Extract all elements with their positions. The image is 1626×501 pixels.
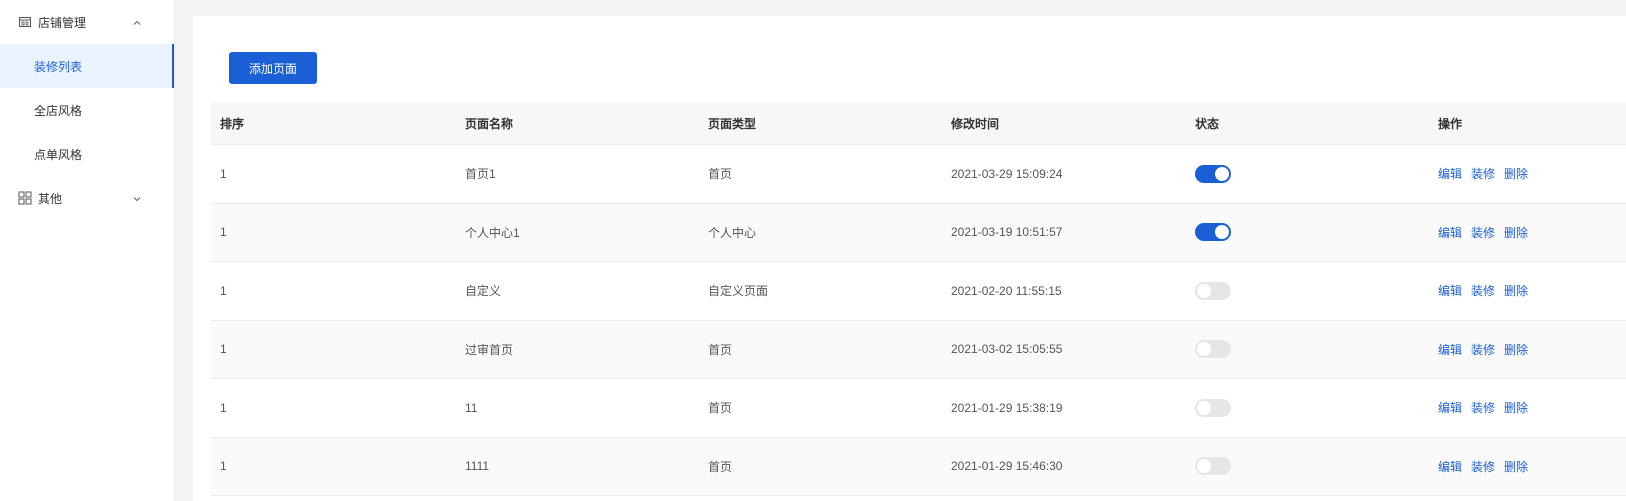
decorate-link[interactable]: 装修 [1471, 401, 1495, 415]
sidebar-group-label: 店铺管理 [38, 15, 87, 30]
cell-status [1186, 398, 1429, 417]
decorate-link[interactable]: 装修 [1471, 343, 1495, 357]
toggle-knob [1197, 459, 1211, 474]
cell-actions: 编辑 装修 删除 [1429, 341, 1626, 358]
toggle-knob [1215, 166, 1229, 181]
edit-link[interactable]: 编辑 [1438, 401, 1462, 415]
sidebar-item-label: 全店风格 [34, 103, 83, 118]
edit-link[interactable]: 编辑 [1438, 167, 1462, 181]
cell-page-name: 1111 [465, 459, 490, 474]
table-body: 1 首页1 首页 2021-03-29 15:09:24 编辑 装修 删除 1 个人… [211, 145, 1626, 496]
delete-link[interactable]: 删除 [1504, 226, 1528, 240]
toggle-knob [1197, 400, 1211, 415]
cell-order: 1 [220, 342, 227, 357]
cell-page-type: 首页 [708, 459, 733, 474]
cell-order: 1 [220, 400, 227, 415]
column-header-order: 排序 [220, 116, 245, 131]
cell-page-name: 个人中心1 [465, 225, 520, 240]
toggle-knob [1197, 342, 1211, 357]
edit-link[interactable]: 编辑 [1438, 343, 1462, 357]
table-row: 1 11 首页 2021-01-29 15:38:19 编辑 装修 删除 [211, 379, 1626, 438]
sidebar-item-label: 点单风格 [34, 147, 83, 162]
shop-icon [18, 15, 32, 29]
status-toggle[interactable] [1195, 398, 1231, 417]
cell-status [1186, 281, 1429, 300]
sidebar-group-other[interactable]: 其他 [0, 176, 174, 220]
toggle-knob [1215, 225, 1229, 240]
column-header-actions: 操作 [1438, 116, 1463, 131]
cell-modified-time: 2021-03-02 15:05:55 [951, 342, 1063, 357]
cell-order: 1 [220, 283, 227, 298]
cell-modified-time: 2021-02-20 11:55:15 [951, 283, 1062, 298]
cell-modified-time: 2021-01-29 15:46:30 [951, 459, 1063, 474]
cell-page-type: 个人中心 [708, 225, 757, 240]
column-header-status: 状态 [1195, 116, 1220, 131]
cell-page-name: 11 [465, 400, 478, 415]
main-content: 添加页面 排序 页面名称 页面类型 修改时间 状态 操作 1 首页1 首页 20… [193, 16, 1626, 501]
status-toggle[interactable] [1195, 223, 1231, 242]
cell-actions: 编辑 装修 删除 [1429, 165, 1626, 182]
cell-status [1186, 164, 1429, 183]
sidebar-group-label: 其他 [38, 191, 63, 206]
status-toggle[interactable] [1195, 164, 1231, 183]
sidebar: 店铺管理 装修列表 全店风格 点单风格 其他 [0, 0, 175, 501]
add-page-button[interactable]: 添加页面 [229, 52, 317, 84]
delete-link[interactable]: 删除 [1504, 460, 1528, 474]
table-row: 1 个人中心1 个人中心 2021-03-19 10:51:57 编辑 装修 删除 [211, 203, 1626, 262]
table-row: 1 过审首页 首页 2021-03-02 15:05:55 编辑 装修 删除 [211, 320, 1626, 379]
cell-order: 1 [220, 459, 227, 474]
column-header-name: 页面名称 [465, 116, 514, 131]
decorate-link[interactable]: 装修 [1471, 167, 1495, 181]
sidebar-item-decoration-list[interactable]: 装修列表 [0, 44, 174, 88]
cell-status [1186, 340, 1429, 359]
cell-page-name: 过审首页 [465, 342, 514, 357]
cell-actions: 编辑 装修 删除 [1429, 458, 1626, 475]
column-header-type: 页面类型 [708, 116, 757, 131]
page-table: 排序 页面名称 页面类型 修改时间 状态 操作 1 首页1 首页 2021-03… [211, 102, 1626, 496]
cell-modified-time: 2021-03-29 15:09:24 [951, 166, 1063, 181]
cell-status [1186, 457, 1429, 476]
cell-modified-time: 2021-01-29 15:38:19 [951, 400, 1063, 415]
decorate-link[interactable]: 装修 [1471, 226, 1495, 240]
cell-page-name: 自定义 [465, 284, 502, 299]
toggle-knob [1197, 283, 1211, 298]
delete-link[interactable]: 删除 [1504, 401, 1528, 415]
chevron-up-icon [132, 17, 142, 27]
cell-status [1186, 223, 1429, 242]
delete-link[interactable]: 删除 [1504, 284, 1528, 298]
cell-page-type: 首页 [708, 167, 733, 182]
grid-icon [18, 191, 32, 205]
cell-page-type: 首页 [708, 342, 733, 357]
sidebar-item-store-style[interactable]: 全店风格 [0, 88, 174, 132]
cell-order: 1 [220, 166, 227, 181]
column-header-time: 修改时间 [951, 116, 1000, 131]
status-toggle[interactable] [1195, 457, 1231, 476]
edit-link[interactable]: 编辑 [1438, 284, 1462, 298]
sidebar-item-order-style[interactable]: 点单风格 [0, 132, 174, 176]
cell-order: 1 [220, 225, 227, 240]
edit-link[interactable]: 编辑 [1438, 460, 1462, 474]
table-row: 1 1111 首页 2021-01-29 15:46:30 编辑 装修 删除 [211, 437, 1626, 496]
sidebar-item-label: 装修列表 [34, 59, 83, 74]
delete-link[interactable]: 删除 [1504, 343, 1528, 357]
table-row: 1 自定义 自定义页面 2021-02-20 11:55:15 编辑 装修 删除 [211, 262, 1626, 321]
edit-link[interactable]: 编辑 [1438, 226, 1462, 240]
status-toggle[interactable] [1195, 281, 1231, 300]
cell-actions: 编辑 装修 删除 [1429, 282, 1626, 299]
status-toggle[interactable] [1195, 340, 1231, 359]
table-header: 排序 页面名称 页面类型 修改时间 状态 操作 [211, 102, 1626, 145]
cell-actions: 编辑 装修 删除 [1429, 399, 1626, 416]
cell-page-type: 自定义页面 [708, 284, 769, 299]
decorate-link[interactable]: 装修 [1471, 284, 1495, 298]
cell-actions: 编辑 装修 删除 [1429, 224, 1626, 241]
chevron-down-icon [132, 193, 142, 203]
delete-link[interactable]: 删除 [1504, 167, 1528, 181]
sidebar-group-shop[interactable]: 店铺管理 [0, 0, 174, 44]
cell-page-type: 首页 [708, 401, 733, 416]
table-row: 1 首页1 首页 2021-03-29 15:09:24 编辑 装修 删除 [211, 145, 1626, 204]
cell-page-name: 首页1 [465, 167, 496, 182]
decorate-link[interactable]: 装修 [1471, 460, 1495, 474]
cell-modified-time: 2021-03-19 10:51:57 [951, 225, 1063, 240]
